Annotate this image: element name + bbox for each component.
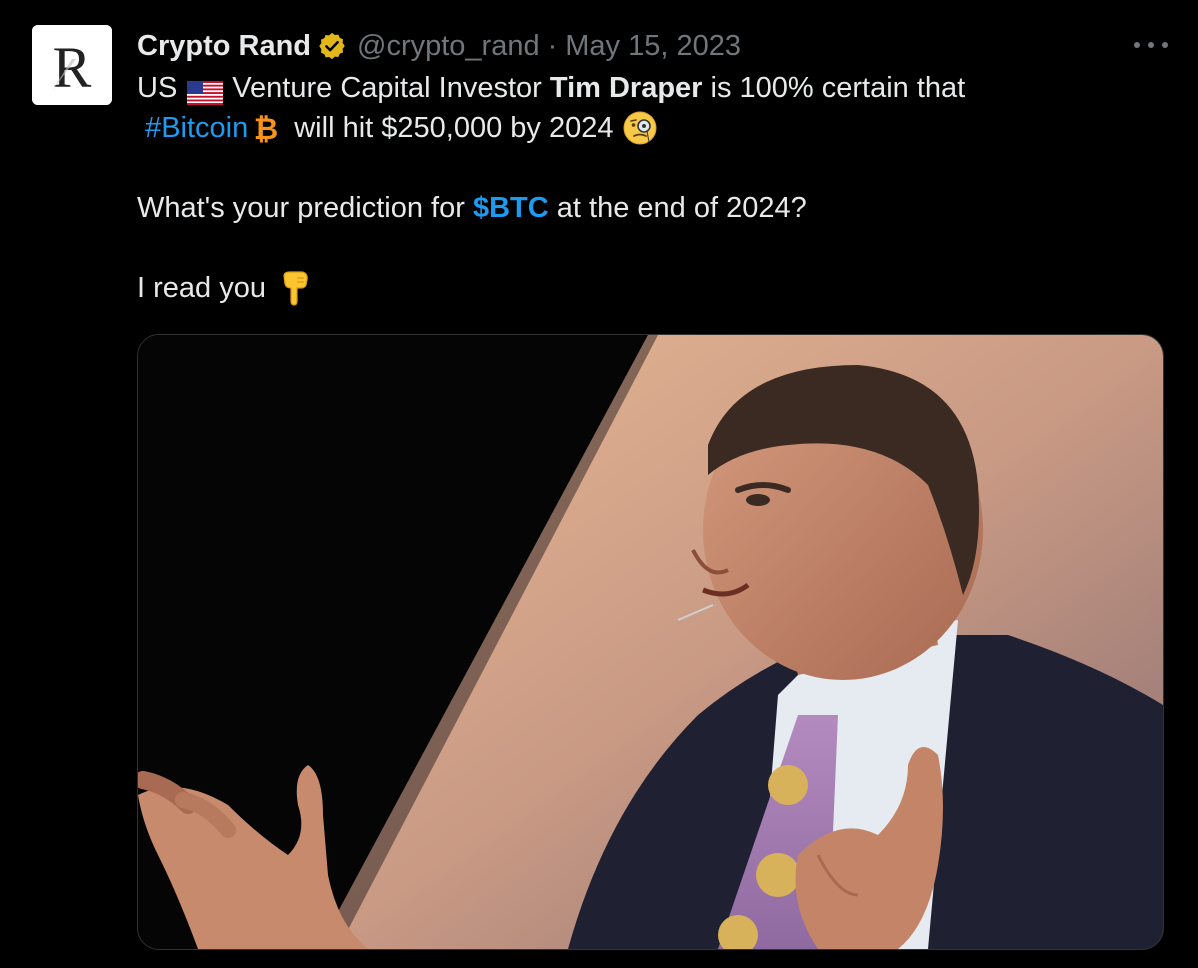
cashtag-btc-link[interactable]: $BTC [473, 188, 549, 228]
photo-speaker-image [138, 335, 1163, 949]
avatar[interactable]: R [32, 25, 112, 105]
text-segment: What's your prediction for [137, 192, 465, 224]
tweet-photo[interactable] [137, 334, 1164, 950]
separator-dot: · [547, 29, 558, 62]
more-options-icon[interactable] [1134, 33, 1168, 57]
face-with-monocle-icon [623, 111, 657, 145]
bitcoin-icon: ₿ [254, 112, 278, 147]
tweet-line-1: US Venture Capital Investor Tim Draper i… [137, 68, 1157, 108]
text-segment: is 100% certain that [710, 72, 966, 104]
display-name[interactable]: Crypto Rand [137, 30, 311, 63]
tweet[interactable]: R Crypto Rand @crypto_rand · May 15, 202… [0, 0, 1198, 968]
avatar-logo-icon: R [32, 25, 112, 105]
tweet-line-2: #Bitcoin ₿ will hit $250,000 by 2024 [137, 108, 1157, 148]
text-segment: Venture Capital Investor [232, 72, 542, 104]
hashtag-bitcoin-link[interactable]: #Bitcoin [145, 108, 248, 148]
us-flag-icon [187, 76, 224, 105]
verified-badge-icon [317, 31, 347, 61]
user-handle[interactable]: @crypto_rand [357, 30, 540, 63]
tweet-line-3: What's your prediction for $BTC at the e… [137, 188, 1157, 228]
bold-name: Tim Draper [549, 72, 703, 104]
svg-text:₿: ₿ [254, 112, 278, 144]
svg-text:R: R [53, 35, 92, 100]
country-prefix: US [137, 72, 178, 104]
backhand-index-pointing-down-icon [280, 270, 310, 306]
tweet-header: Crypto Rand @crypto_rand · May 15, 2023 [137, 26, 741, 66]
text-segment: at the end of 2024? [556, 192, 807, 224]
tweet-date[interactable]: May 15, 2023 [565, 30, 741, 63]
text-segment: will hit $250,000 by 2024 [294, 112, 614, 144]
text-segment: I read you [137, 272, 266, 304]
tweet-line-4: I read you [137, 268, 1157, 308]
tweet-text: US Venture Capital Investor Tim Draper i… [137, 68, 1157, 308]
